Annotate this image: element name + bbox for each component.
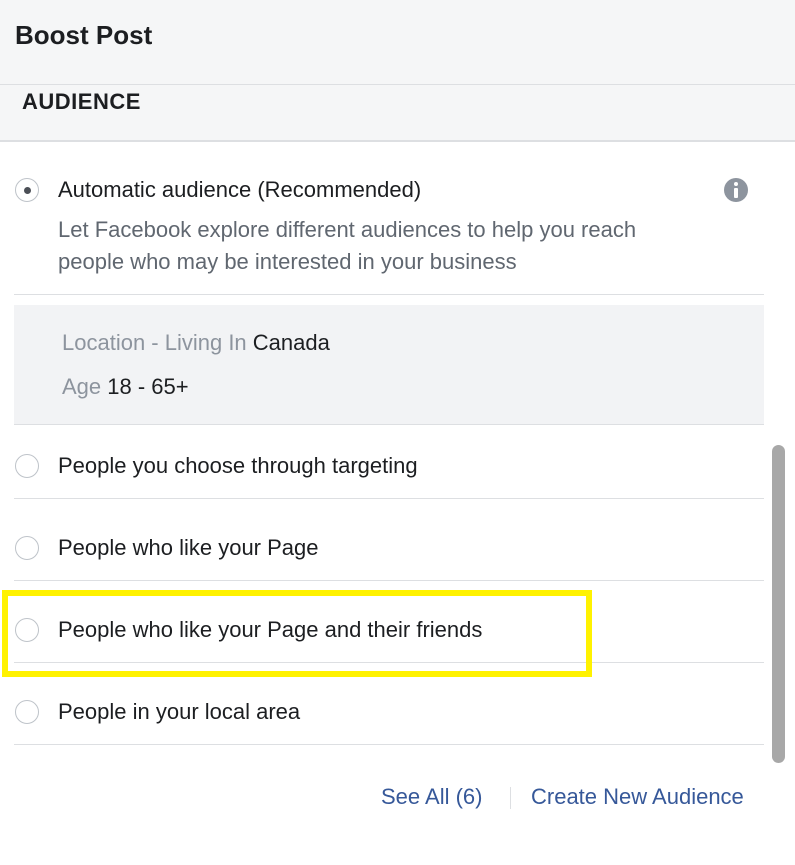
dialog-header: Boost Post: [0, 0, 795, 85]
location-row: Location - Living In Canada: [62, 330, 330, 356]
footer-separator: [510, 787, 511, 809]
automatic-audience-radio[interactable]: [15, 178, 39, 202]
highlight-box: [2, 590, 592, 677]
see-all-link[interactable]: See All (6): [381, 784, 483, 810]
divider: [14, 424, 764, 425]
age-key: Age: [62, 374, 102, 399]
audience-details-panel: Location - Living In Canada Age 18 - 65+: [14, 305, 764, 424]
local-area-label[interactable]: People in your local area: [58, 699, 300, 725]
divider: [14, 744, 764, 745]
age-row: Age 18 - 65+: [62, 374, 189, 400]
page-likers-label[interactable]: People who like your Page: [58, 535, 319, 561]
section-title: AUDIENCE: [22, 89, 141, 114]
targeting-audience-label[interactable]: People you choose through targeting: [58, 453, 418, 479]
automatic-audience-description-line2: people who may be interested in your bus…: [58, 249, 517, 274]
location-key: Location - Living In: [62, 330, 247, 355]
divider: [14, 498, 764, 499]
create-new-audience-link[interactable]: Create New Audience: [531, 784, 744, 810]
scrollbar-thumb[interactable]: [772, 445, 785, 763]
automatic-audience-description-line1: Let Facebook explore different audiences…: [58, 217, 637, 242]
divider: [14, 294, 764, 295]
local-area-radio[interactable]: [15, 700, 39, 724]
targeting-audience-radio[interactable]: [15, 454, 39, 478]
location-value: Canada: [252, 330, 330, 355]
divider: [14, 580, 764, 581]
automatic-audience-label[interactable]: Automatic audience (Recommended): [58, 177, 421, 203]
page-likers-radio[interactable]: [15, 536, 39, 560]
info-icon[interactable]: [724, 178, 748, 202]
age-value: 18 - 65+: [107, 374, 189, 399]
section-header: AUDIENCE: [0, 85, 795, 142]
dialog-title: Boost Post: [15, 20, 153, 50]
